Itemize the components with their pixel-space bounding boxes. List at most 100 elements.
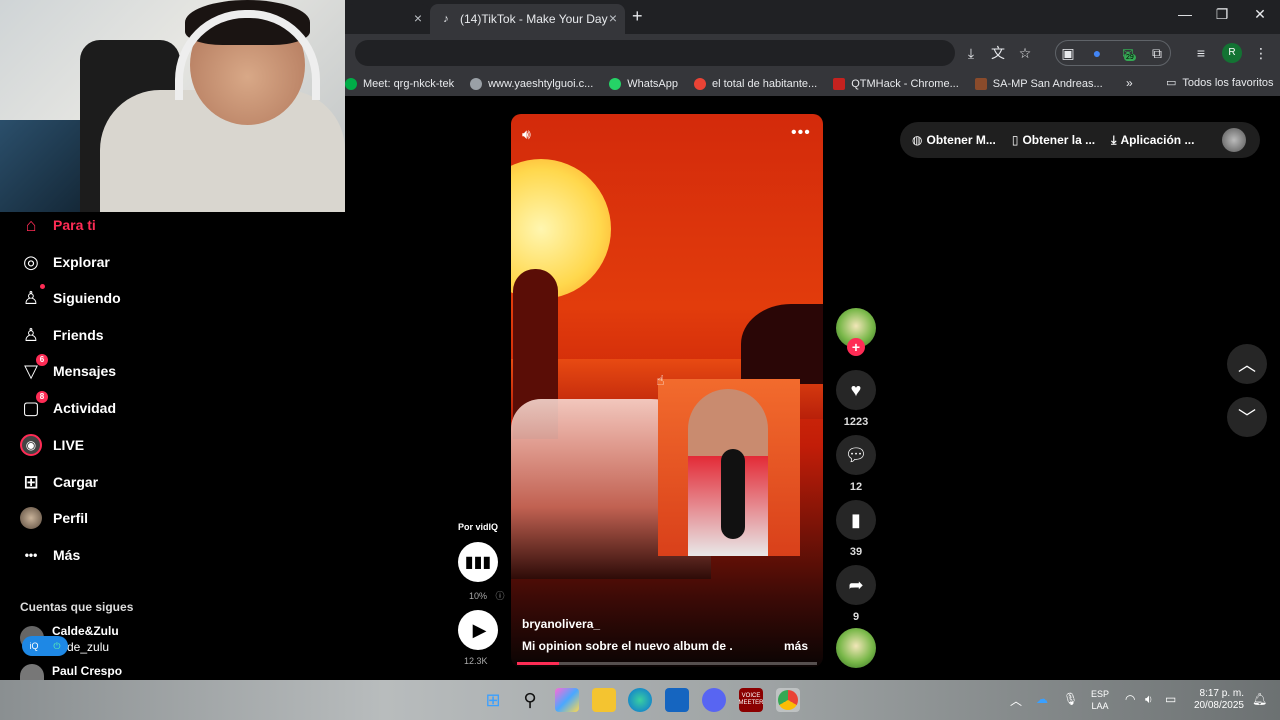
comment-count: 12 xyxy=(849,481,863,493)
video-username[interactable]: bryanolivera_ xyxy=(522,617,600,631)
sidebar-item-mensajes[interactable]: ▽ 6 Mensajes xyxy=(20,354,116,382)
tray-expand-icon[interactable]: ︿ xyxy=(1010,692,1022,709)
sidebar-item-siguiendo[interactable]: ♙ Siguiendo xyxy=(20,284,121,309)
next-video-button[interactable]: ﹀ xyxy=(1227,397,1267,437)
top-action-pill: ◍ Obtener M... ▯ Obtener la ... ⤓ Aplicació… xyxy=(900,122,1260,158)
edge-icon[interactable] xyxy=(628,688,652,712)
video-progress-bar[interactable] xyxy=(517,662,817,665)
vidiq-widget[interactable]: iQ ⏻ xyxy=(22,636,68,656)
close-window-icon[interactable]: ✕ xyxy=(1245,6,1275,23)
volume-tray-icon[interactable]: 🔉︎ xyxy=(1145,692,1153,707)
search-icon[interactable]: ⚲ xyxy=(518,688,542,712)
get-app-button[interactable]: ▯ Obtener la ... xyxy=(1012,133,1095,147)
windows-start-icon[interactable]: ⊞ xyxy=(481,688,505,712)
desktop-app-button[interactable]: ⤓ Aplicación ... xyxy=(1111,133,1194,148)
account-handle: de_zulu xyxy=(67,640,110,654)
bookmarks-bar: Meet: qrg-nkck-tek www.yaeshtylguoi.c...… xyxy=(345,72,1280,96)
more-options-icon[interactable]: ••• xyxy=(791,124,811,142)
sidebar-item-cargar[interactable]: ⊞ Cargar xyxy=(20,471,98,493)
more-bookmarks-icon[interactable]: » xyxy=(1126,76,1133,90)
translate-icon[interactable]: 文 xyxy=(989,44,1007,62)
video-island xyxy=(741,304,823,384)
friends-icon: ♙ xyxy=(22,324,40,345)
bookmark-meet[interactable]: Meet: qrg-nkck-tek xyxy=(345,78,454,90)
microphone-tray-icon[interactable]: 🎙︎ xyxy=(1063,692,1078,706)
save-button[interactable]: ▮ xyxy=(836,500,876,540)
compass-icon: ◎ xyxy=(23,251,39,272)
following-icon: ♙ xyxy=(20,284,45,309)
bookmark-whatsapp[interactable]: WhatsApp xyxy=(609,78,678,90)
browser-tab-inactive[interactable]: × xyxy=(345,4,430,34)
following-section-title: Cuentas que sigues xyxy=(20,600,134,614)
sidebar-item-live[interactable]: ◉ LIVE xyxy=(20,434,84,456)
bookmark-samp[interactable]: SA-MP San Andreas... xyxy=(974,78,1103,90)
chrome-icon xyxy=(778,690,798,710)
close-tab-icon[interactable]: × xyxy=(609,10,617,26)
info-icon[interactable]: ⓘ xyxy=(496,591,505,601)
sidebar-item-perfil[interactable]: ● Perfil xyxy=(20,507,88,529)
video-progress-fill xyxy=(517,662,559,665)
video-player[interactable]: 🔊︎ ••• bryanolivera_ Mi opinion sobre el… xyxy=(511,114,823,667)
activity-icon: ▢ 8 xyxy=(20,391,48,419)
chevron-down-icon: ﹀ xyxy=(1238,408,1256,428)
sidebar-item-explorar[interactable]: ◎ Explorar xyxy=(20,251,110,273)
restore-icon[interactable]: ❐ xyxy=(1207,6,1237,23)
vidiq-percent: 10% ⓘ xyxy=(469,591,505,601)
puzzle-icon[interactable]: ⧉ xyxy=(1148,44,1166,62)
close-tab-icon[interactable]: × xyxy=(414,10,422,26)
copilot-icon[interactable] xyxy=(555,688,579,712)
description-more-link[interactable]: más xyxy=(784,639,808,653)
webcam-overlay xyxy=(0,0,345,212)
profile-avatar[interactable]: R xyxy=(1222,43,1242,63)
extension-icon[interactable]: ▣ xyxy=(1059,44,1077,62)
all-bookmarks-folder[interactable]: ▭ Todos los favoritos xyxy=(1166,76,1274,90)
minimize-icon[interactable]: — xyxy=(1170,6,1200,22)
user-avatar[interactable] xyxy=(1222,128,1246,152)
bookmark-star-icon[interactable]: ☆ xyxy=(1016,44,1034,62)
sidebar-item-actividad[interactable]: ▢ 8 Actividad xyxy=(20,391,116,419)
taskbar-clock[interactable]: 8:17 p. m. 20/08/2025 xyxy=(1188,688,1244,712)
sidebar-item-mas[interactable]: ••• Más xyxy=(20,544,81,566)
notification-dot xyxy=(40,284,45,289)
heart-icon: ♥ xyxy=(850,379,862,400)
browser-tab-active[interactable]: ♪ (14)TikTok - Make Your Day × xyxy=(430,4,625,34)
phone-icon: ▯ xyxy=(1011,133,1019,147)
voicemeeter-icon[interactable]: VOICE MEETER xyxy=(739,688,764,712)
sidebar-item-para-ti[interactable]: ⌂ Para ti xyxy=(20,214,96,236)
activity-badge: 8 xyxy=(36,391,48,403)
profile-icon: ● xyxy=(20,507,42,529)
vidiq-logo-icon: iQ xyxy=(29,641,39,651)
media-control-icon[interactable]: ≡ xyxy=(1192,44,1210,62)
follow-plus-icon[interactable]: + xyxy=(847,338,865,356)
vidiq-play-button[interactable]: ▶ xyxy=(458,610,498,650)
volume-icon[interactable]: 🔊︎ xyxy=(522,126,531,143)
file-explorer-icon[interactable] xyxy=(592,688,616,712)
tiktok-favicon-icon: ♪ xyxy=(443,13,449,25)
previous-video-button[interactable]: ︿ xyxy=(1227,344,1267,384)
comment-button[interactable]: 💬︎ xyxy=(836,435,876,475)
address-bar[interactable] xyxy=(355,40,955,66)
vidiq-stats-button[interactable]: ▮▮▮ xyxy=(458,542,498,582)
sidebar-item-friends[interactable]: ♙ Friends xyxy=(20,324,104,346)
store-icon[interactable] xyxy=(665,688,689,712)
bookmark-google[interactable]: el total de habitante... xyxy=(694,78,817,90)
messages-icon: ▽ 6 xyxy=(20,354,48,382)
get-coins-button[interactable]: ◍ Obtener M... xyxy=(912,133,996,147)
bookmark-qtmhack[interactable]: QTMHack - Chrome... xyxy=(833,78,959,90)
bookmark-website[interactable]: www.yaeshtylguoi.c... xyxy=(470,78,593,90)
discord-icon[interactable] xyxy=(702,688,726,712)
share-button[interactable]: ➦ xyxy=(836,565,876,605)
vidiq-extension-icon[interactable]: ● xyxy=(1088,44,1106,62)
kebab-menu-icon[interactable]: ⋮ xyxy=(1252,44,1270,62)
onedrive-icon[interactable]: ☁ xyxy=(1036,692,1048,706)
install-icon[interactable]: ⤓ xyxy=(962,44,980,62)
battery-icon[interactable]: ▭ xyxy=(1165,692,1176,706)
music-avatar[interactable] xyxy=(836,628,876,668)
notification-icon[interactable]: 🔔︎ xyxy=(1252,692,1267,706)
like-button[interactable]: ♥ xyxy=(836,370,876,410)
language-indicator[interactable]: ESP LAA xyxy=(1091,688,1109,712)
account-name[interactable]: Paul Crespo xyxy=(52,664,122,678)
new-tab-icon[interactable]: + xyxy=(632,6,643,27)
chrome-taskbar-button[interactable] xyxy=(776,688,800,712)
wifi-icon[interactable]: ◠ xyxy=(1125,692,1135,706)
